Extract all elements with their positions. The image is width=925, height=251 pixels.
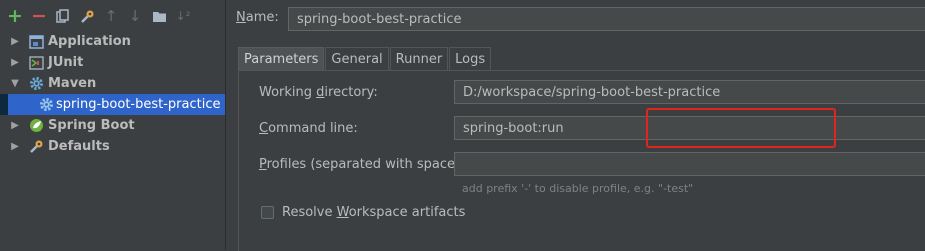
tab-logs[interactable]: Logs [449,47,492,70]
config-tabs: Parameters General Runner Logs [238,47,492,70]
sort-button[interactable]: ↓² [174,7,192,25]
profiles-label-mnemonic: P [259,157,267,172]
expand-arrow-icon[interactable]: ▶ [8,57,22,68]
tab-parameters[interactable]: Parameters [238,47,325,70]
collapse-arrow-icon[interactable]: ▼ [8,78,22,89]
expand-arrow-icon[interactable]: ▶ [8,120,22,131]
tree-node-label: Spring Boot [48,118,135,133]
name-label-mnemonic: N [236,10,246,25]
edit-defaults-button[interactable] [78,7,96,25]
profiles-label-post: rofiles (separated with space): [266,157,465,172]
resolve-workspace-label-mnemonic: W [336,205,349,220]
run-config-editor: Name: Parameters General Runner Logs Wor… [226,0,925,251]
run-config-tree-panel: + − ↑ ↓ ↓² ▶ Application ▶ JUnit ▼ Maven… [0,0,225,250]
tree-node-junit[interactable]: ▶ JUnit [0,52,225,73]
add-config-button[interactable]: + [6,4,24,27]
command-line-label-mnemonic: C [259,121,269,136]
tree-node-label: Application [48,34,131,49]
wrench-icon [80,10,93,23]
expand-arrow-icon[interactable]: ▶ [8,141,22,152]
working-directory-label-pre: Working [259,85,317,100]
resolve-workspace-row[interactable]: Resolve Workspace artifacts [261,205,465,220]
folder-icon [152,11,166,22]
arrow-up-icon: ↑ [104,6,118,25]
tree-node-application[interactable]: ▶ Application [0,31,225,52]
profiles-hint: add prefix '-' to disable profile, e.g. … [462,182,694,195]
parameters-panel: Working directory: Command line: Profile… [238,70,925,251]
command-line-label: Command line: [259,121,358,136]
minus-icon: − [31,4,47,27]
tree-node-spring-boot[interactable]: ▶ Spring Boot [0,115,225,136]
tree-node-label: JUnit [48,55,84,70]
tree-toolbar: + − ↑ ↓ ↓² [6,6,192,26]
copy-icon [56,9,69,23]
command-line-input[interactable] [454,116,925,140]
tree-node-label: Defaults [48,139,110,154]
run-config-tree: ▶ Application ▶ JUnit ▼ Maven spring-boo… [0,31,225,157]
remove-config-button[interactable]: − [30,4,48,27]
tree-node-defaults[interactable]: ▶ Defaults [0,136,225,157]
profiles-input[interactable] [454,152,925,176]
maven-gear-icon [28,76,44,92]
tree-node-label: Maven [48,76,97,91]
expand-arrow-icon[interactable]: ▶ [8,36,22,47]
junit-icon [28,55,44,71]
resolve-workspace-checkbox[interactable] [261,206,274,219]
command-line-label-post: ommand line: [268,121,358,136]
arrow-down-icon: ↓ [128,6,142,25]
config-name-input[interactable] [288,7,925,31]
working-directory-label-post: irectory: [324,85,378,100]
move-down-button[interactable]: ↓ [126,7,144,25]
name-label-post: ame: [245,10,279,25]
application-icon [28,34,44,50]
resolve-workspace-label: Resolve Workspace artifacts [282,205,465,220]
plus-icon: + [7,4,23,27]
tree-node-maven[interactable]: ▼ Maven [0,73,225,94]
sort-icon: ↓² [175,9,191,23]
resolve-workspace-label-post: orkspace artifacts [348,205,466,220]
working-directory-label: Working directory: [259,85,378,100]
new-folder-button[interactable] [150,7,168,25]
wrench-icon [28,139,44,155]
spring-boot-icon [28,118,44,134]
working-directory-input[interactable] [454,80,925,104]
tree-node-maven-config[interactable]: spring-boot-best-practice [0,94,225,115]
copy-config-button[interactable] [54,7,72,25]
tab-runner[interactable]: Runner [389,47,449,70]
move-up-button[interactable]: ↑ [102,7,120,25]
resolve-workspace-label-pre: Resolve [282,205,337,220]
maven-gear-icon [38,97,54,113]
tree-node-label: spring-boot-best-practice [56,97,221,112]
tab-general[interactable]: General [325,47,389,70]
profiles-label: Profiles (separated with space): [259,157,465,172]
name-label: Name: [236,10,279,25]
